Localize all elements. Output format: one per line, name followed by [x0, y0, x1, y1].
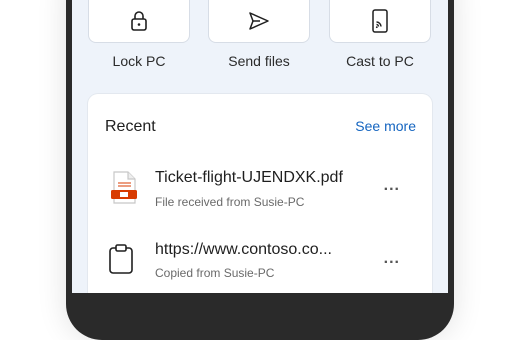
- recent-heading: Recent: [105, 118, 156, 135]
- lock-pc-button[interactable]: [88, 0, 190, 43]
- item-subtitle: File received from Susie-PC: [155, 195, 305, 209]
- clipboard-icon: [109, 244, 133, 274]
- cast-to-pc-button[interactable]: [329, 0, 431, 43]
- item-subtitle: Copied from Susie-PC: [155, 266, 275, 280]
- item-title: https://www.contoso.co...: [155, 241, 332, 258]
- recent-card: Recent See more Ticket-flight-UJENDXK.pd…: [88, 94, 432, 293]
- more-options-button[interactable]: ...: [384, 250, 400, 268]
- cast-icon: [372, 9, 388, 33]
- item-title: Ticket-flight-UJENDXK.pdf: [155, 169, 343, 186]
- app-screen: Lock PC Send files Cast to PC Recent See…: [72, 0, 448, 293]
- send-files-button[interactable]: [208, 0, 310, 43]
- more-options-button[interactable]: ...: [384, 177, 400, 195]
- see-more-link[interactable]: See more: [355, 118, 416, 134]
- send-icon: [249, 12, 269, 30]
- lock-pc-label: Lock PC: [112, 53, 166, 69]
- lock-icon: [131, 11, 147, 31]
- pdf-file-icon: [111, 171, 137, 204]
- send-files-label: Send files: [228, 53, 290, 69]
- cast-to-pc-label: Cast to PC: [346, 53, 414, 69]
